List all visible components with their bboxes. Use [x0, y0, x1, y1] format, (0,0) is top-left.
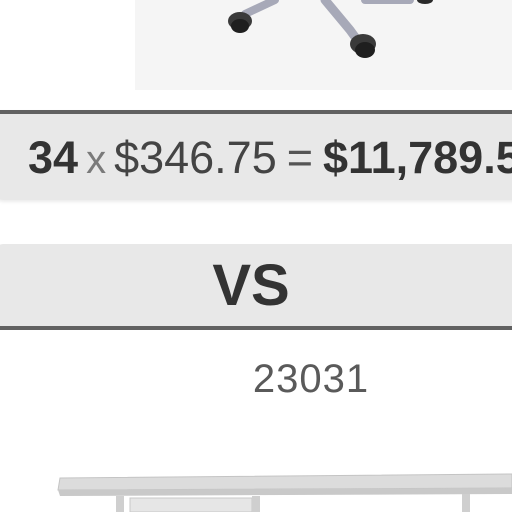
quantity-value: 34 — [28, 132, 79, 183]
desk-icon — [57, 473, 512, 512]
versus-label: VS — [212, 253, 290, 318]
desk-product-image[interactable] — [40, 430, 512, 512]
office-chair-icon — [135, 0, 512, 90]
price-calculation: 34x$346.75=$11,789.50 — [28, 132, 512, 186]
versus-bar: VS — [0, 244, 512, 330]
comparison-page: 34x$346.75=$11,789.50 VS 23031 — [0, 0, 512, 512]
price-calculation-bar: 34x$346.75=$11,789.50 — [0, 110, 512, 200]
chair-product-image[interactable] — [135, 0, 512, 90]
total-price-value: $11,789.50 — [323, 132, 512, 183]
equals-symbol: = — [286, 132, 314, 183]
multiply-symbol: x — [86, 138, 107, 182]
product-code: 23031 — [252, 357, 370, 401]
unit-price-value: $346.75 — [114, 132, 277, 183]
